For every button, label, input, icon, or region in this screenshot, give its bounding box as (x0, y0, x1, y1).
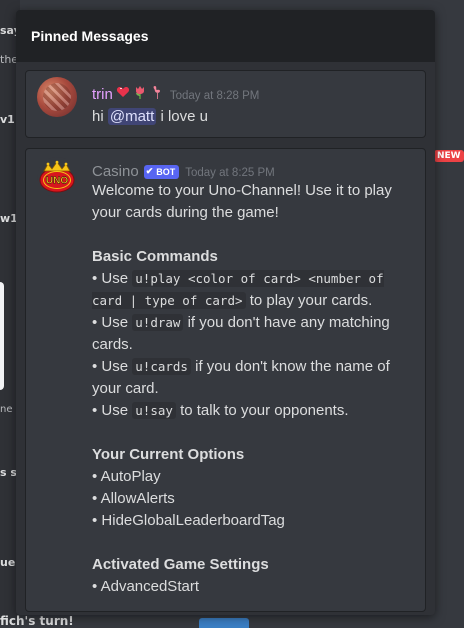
message-header: trin Today at 8:28 PM (92, 84, 259, 103)
pinned-messages-popout: Pinned Messages trin Today at 8:28 PM hi… (16, 10, 435, 615)
author-name[interactable]: Casino (92, 163, 139, 180)
avatar[interactable] (37, 77, 77, 117)
tulip-icon (133, 84, 147, 99)
message-content: hi @matt i love u (92, 106, 417, 128)
message-intro: Welcome to your Uno-Channel! Use it to p… (92, 182, 392, 221)
bot-tag-label: BOT (156, 166, 176, 177)
user-mention[interactable]: @matt (107, 108, 157, 125)
message-timestamp[interactable]: Today at 8:25 PM (185, 167, 275, 179)
avatar[interactable]: UNO (37, 157, 77, 197)
new-badge: NEW (434, 150, 464, 162)
background-text: ne (0, 404, 13, 415)
inline-code: u!cards (132, 358, 191, 375)
inline-code: u!say (132, 402, 176, 419)
background-embed (0, 282, 4, 390)
option-item: • AllowAlerts (92, 490, 175, 507)
section-heading: Activated Game Settings (92, 556, 269, 573)
message-header: Casino ✔ BOT Today at 8:25 PM (92, 163, 275, 181)
command-line: • Use u!say to talk to your opponents. (92, 402, 349, 419)
popout-title: Pinned Messages (31, 28, 149, 44)
inline-code: u!draw (132, 314, 184, 331)
pinned-message[interactable]: UNO Casino ✔ BOT Today at 8:25 PM Welcom… (25, 148, 426, 612)
section-heading: Basic Commands (92, 248, 218, 265)
background-bottom-text: fich's turn! (0, 614, 74, 628)
background-attachment (199, 618, 249, 628)
popout-header: Pinned Messages (16, 10, 435, 62)
pinned-message[interactable]: trin Today at 8:28 PM hi @matt i love u (25, 70, 426, 138)
background-text: v1 (0, 113, 15, 126)
command-line: • Use u!draw if you don't have any match… (92, 314, 390, 353)
message-timestamp[interactable]: Today at 8:28 PM (170, 90, 260, 102)
setting-item: • AdvancedStart (92, 578, 199, 595)
verified-check-icon: ✔ (145, 166, 154, 176)
heart-icon (116, 84, 130, 98)
bot-tag: ✔ BOT (143, 164, 180, 179)
option-item: • AutoPlay (92, 468, 161, 485)
option-item: • HideGlobalLeaderboardTag (92, 512, 285, 529)
flamingo-icon (150, 84, 164, 99)
svg-text:UNO: UNO (46, 176, 68, 187)
message-text: hi (92, 108, 104, 125)
section-heading: Your Current Options (92, 446, 245, 463)
command-line: • Use u!cards if you don't know the name… (92, 358, 390, 397)
uno-logo-icon: UNO (39, 160, 75, 193)
message-text: i love u (160, 108, 208, 125)
message-content: Welcome to your Uno-Channel! Use it to p… (92, 180, 417, 598)
author-name[interactable]: trin (92, 86, 113, 103)
command-line: • Use u!play <color of card> <number of … (92, 270, 384, 309)
